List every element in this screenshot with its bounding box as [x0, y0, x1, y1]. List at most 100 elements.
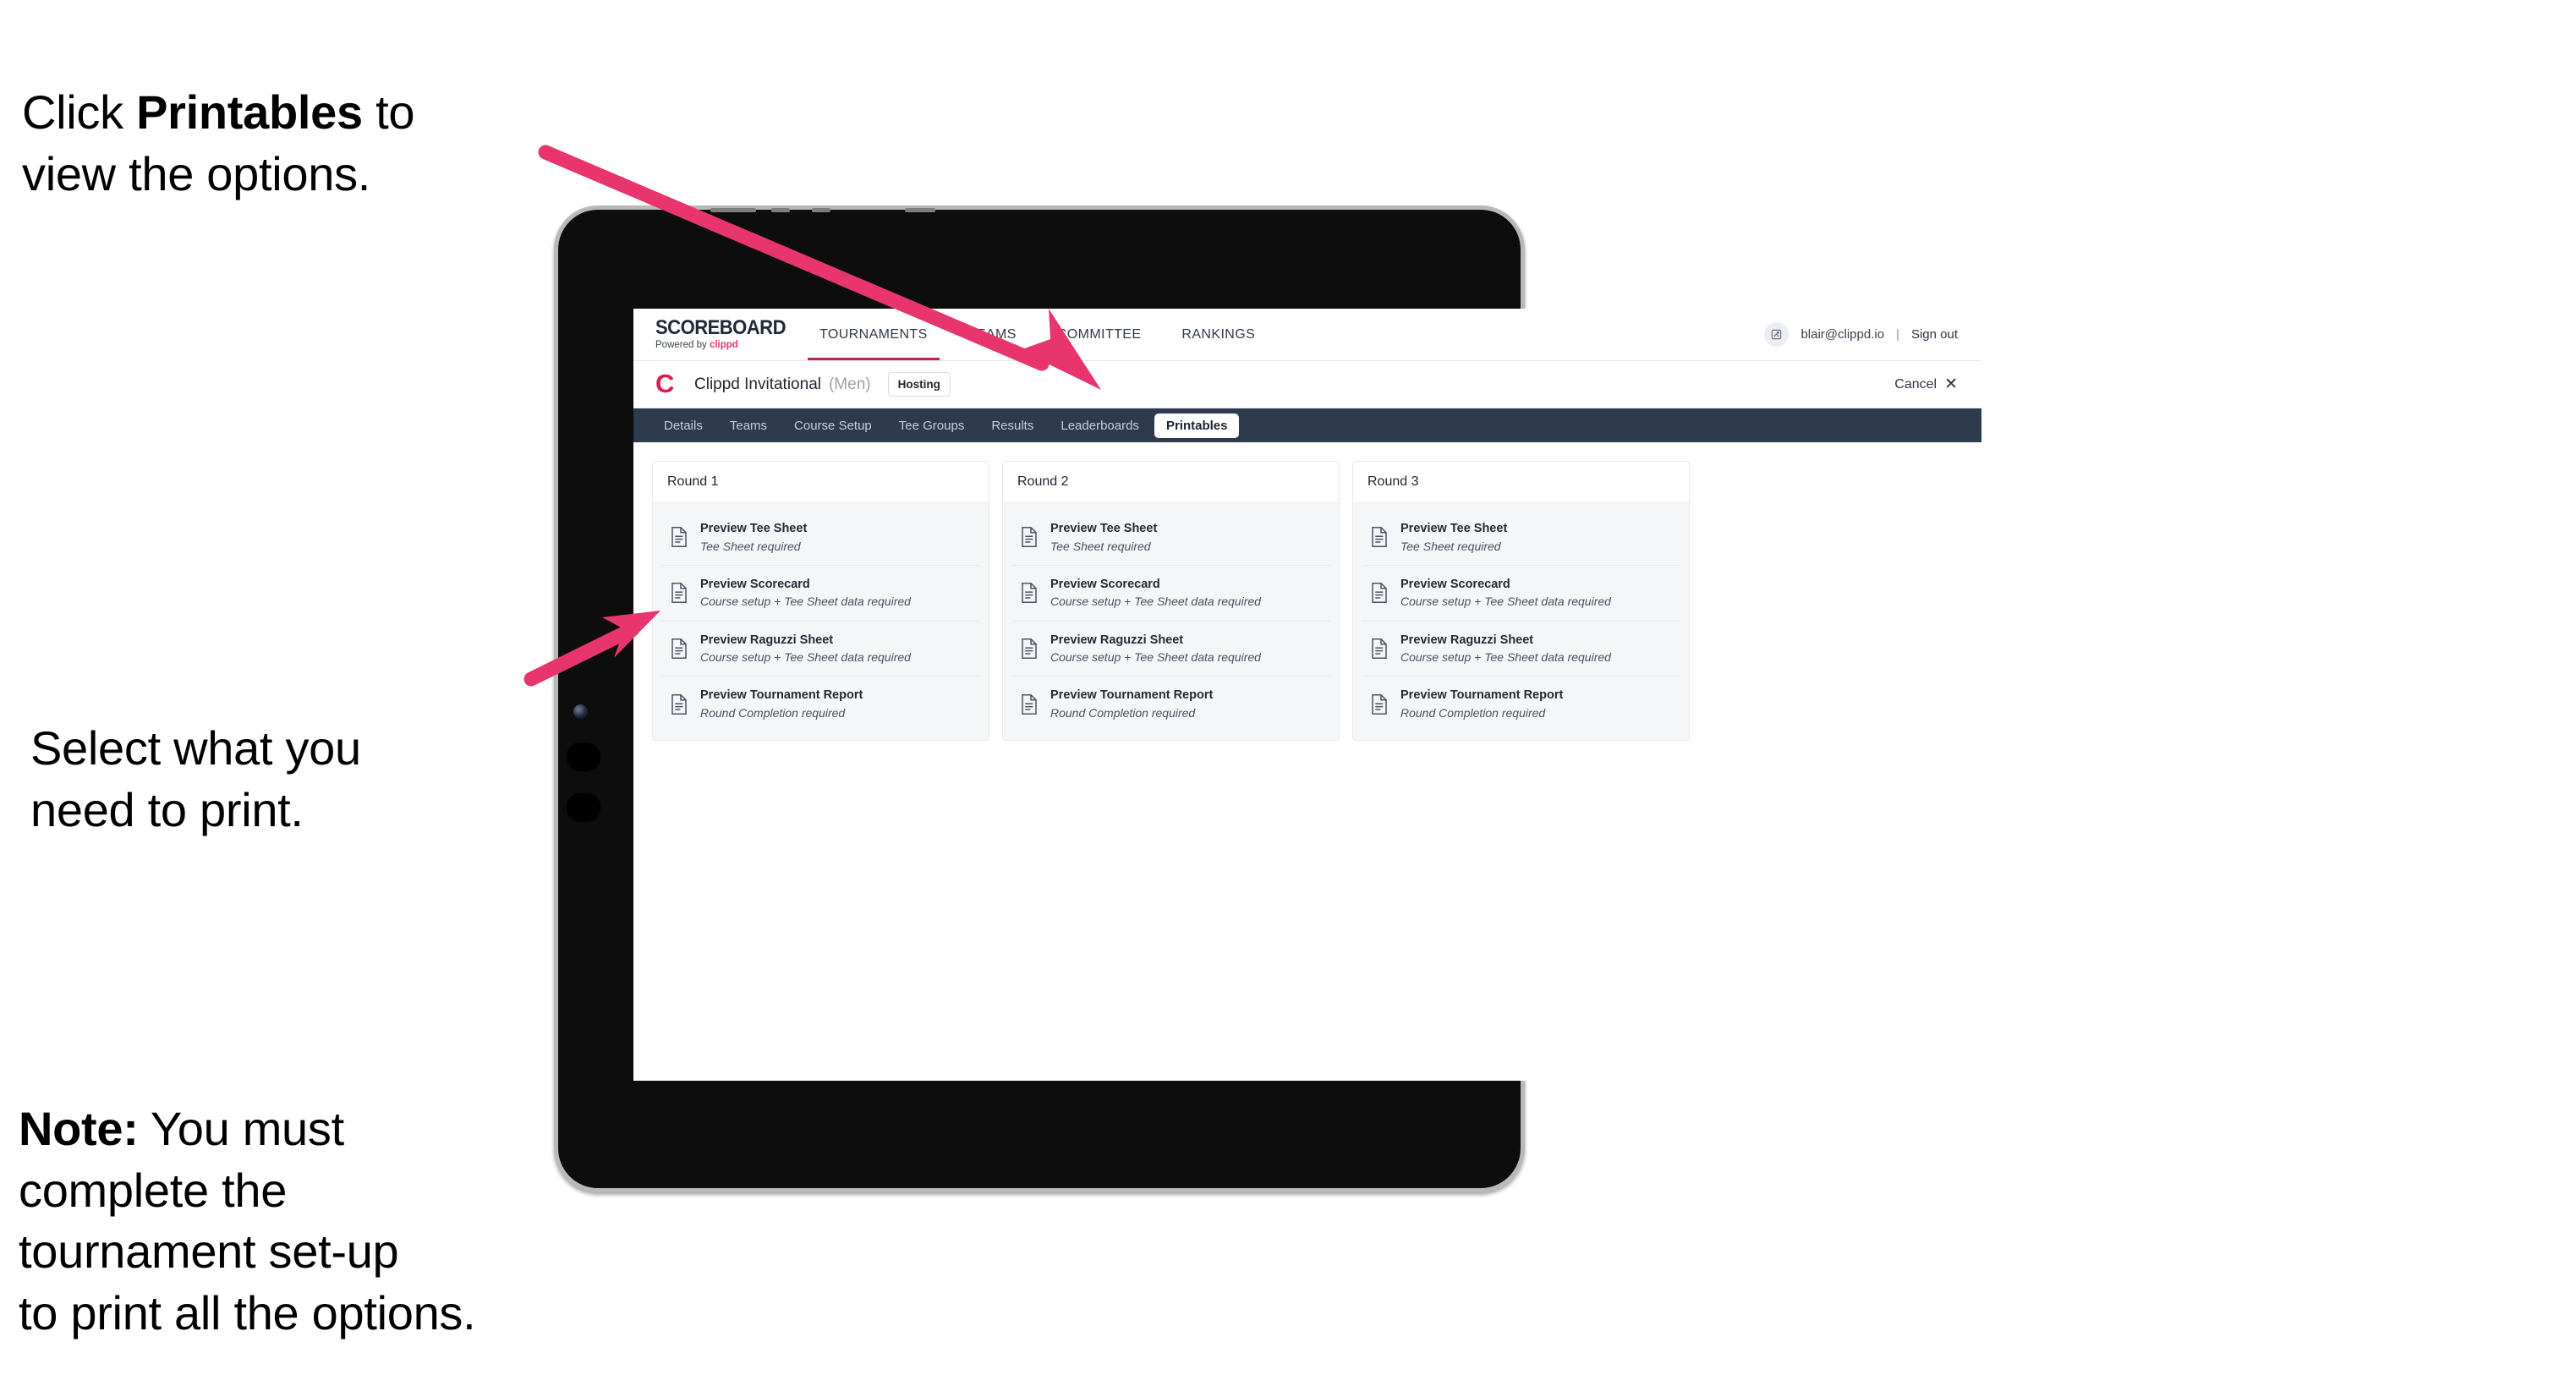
printable-requirement: Round Completion required — [700, 705, 846, 720]
logo-tagline: Powered by clippd — [655, 341, 767, 351]
printable-title: Preview Raguzzi Sheet — [1050, 633, 1184, 647]
tab-tee-groups[interactable]: Tee Groups — [887, 414, 977, 438]
printable-title: Preview Raguzzi Sheet — [700, 633, 834, 647]
tab-printables[interactable]: Printables — [1154, 413, 1240, 438]
printable-requirement: Tee Sheet required — [1400, 539, 1501, 553]
tab-details[interactable]: Details — [652, 414, 715, 438]
user-email-label: blair@clippd.io — [1800, 327, 1885, 342]
scoreboard-logo[interactable]: SCOREBOARD Powered by clippd — [655, 316, 787, 351]
printable-requirement: Course setup + Tee Sheet data required — [700, 594, 911, 609]
logo-brand-clippd: clippd — [709, 340, 738, 351]
document-icon — [1370, 693, 1389, 715]
volume-down-button[interactable] — [567, 793, 600, 822]
speaker-grill-mark — [710, 208, 756, 212]
printable-title: Preview Scorecard — [700, 577, 810, 591]
tutorial-slide: Click Printables to view the options. Se… — [0, 0, 2576, 1386]
printable-requirement: Tee Sheet required — [700, 539, 801, 553]
document-icon — [1370, 526, 1389, 548]
cancel-label: Cancel — [1894, 376, 1937, 392]
primary-nav: TOURNAMENTS TEAMS COMMITTEE RANKINGS — [799, 309, 1275, 360]
printable-title: Preview Tournament Report — [700, 688, 863, 703]
close-x-icon: ✕ — [1944, 375, 1958, 393]
printable-row-tournament-report[interactable]: Preview Tournament Report Round Completi… — [1011, 677, 1330, 732]
volume-up-button[interactable] — [567, 742, 600, 771]
tab-teams[interactable]: Teams — [718, 414, 779, 438]
tablet-device: SCOREBOARD Powered by clippd TOURNAMENTS… — [554, 205, 1981, 1192]
tournament-gender: (Men) — [828, 375, 871, 393]
annotation-click-bold: Printables — [136, 85, 363, 139]
clippd-logo-icon: C — [655, 368, 675, 398]
tournament-subheader: C Clippd Invitational (Men) Hosting Canc… — [633, 361, 1981, 408]
antenna-mark — [812, 208, 830, 212]
nav-item-teams[interactable]: TEAMS — [948, 309, 1037, 360]
document-icon — [670, 693, 688, 715]
document-icon — [1020, 693, 1039, 715]
app-header: SCOREBOARD Powered by clippd TOURNAMENTS… — [633, 309, 1981, 361]
printables-panel: Round 1 Preview Tee Sheet Tee Sheet requ… — [633, 442, 1981, 1081]
printable-row-scorecard[interactable]: Preview Scorecard Course setup + Tee She… — [1011, 565, 1330, 622]
printable-row-raguzzi-sheet[interactable]: Preview Raguzzi Sheet Course setup + Tee… — [661, 621, 980, 677]
printable-row-tee-sheet[interactable]: Preview Tee Sheet Tee Sheet required — [1362, 510, 1680, 566]
sign-out-link[interactable]: Sign out — [1911, 327, 1958, 342]
annotation-note-bold: Note: — [19, 1101, 139, 1155]
cancel-button[interactable]: Cancel ✕ — [1894, 376, 1958, 392]
printable-row-tournament-report[interactable]: Preview Tournament Report Round Completi… — [661, 677, 980, 732]
nav-item-committee[interactable]: COMMITTEE — [1037, 309, 1162, 360]
account-separator: | — [1896, 327, 1899, 342]
printable-row-tee-sheet[interactable]: Preview Tee Sheet Tee Sheet required — [1011, 510, 1330, 566]
printable-title: Preview Tee Sheet — [700, 522, 808, 535]
antenna-mark — [905, 208, 935, 212]
round-title: Round 2 — [1003, 462, 1339, 503]
antenna-mark — [771, 208, 790, 212]
printable-requirement: Course setup + Tee Sheet data required — [1050, 650, 1261, 665]
printable-requirement: Course setup + Tee Sheet data required — [1400, 650, 1611, 665]
document-icon — [1370, 582, 1389, 604]
printable-requirement: Course setup + Tee Sheet data required — [700, 650, 911, 665]
printable-title: Preview Scorecard — [1050, 577, 1160, 591]
printable-row-tournament-report[interactable]: Preview Tournament Report Round Completi… — [1362, 677, 1680, 732]
annotation-select-text: Select what you need to print. — [30, 720, 361, 836]
round-title: Round 3 — [1353, 462, 1689, 503]
printable-requirement: Round Completion required — [1400, 705, 1546, 720]
annotation-click-prefix: Click — [22, 85, 137, 139]
nav-item-rankings[interactable]: RANKINGS — [1161, 309, 1275, 360]
printable-title: Preview Tournament Report — [1050, 688, 1214, 703]
round-items: Preview Tee Sheet Tee Sheet required Pre… — [653, 503, 989, 741]
document-icon — [1020, 638, 1039, 660]
tab-results[interactable]: Results — [979, 414, 1045, 438]
printable-title: Preview Tee Sheet — [1400, 522, 1508, 535]
app-screen: SCOREBOARD Powered by clippd TOURNAMENTS… — [633, 309, 1981, 1081]
tab-course-setup[interactable]: Course Setup — [782, 414, 884, 438]
printable-row-scorecard[interactable]: Preview Scorecard Course setup + Tee She… — [661, 565, 980, 622]
round-card: Round 3 Preview Tee Sheet Tee Sheet requ… — [1352, 461, 1690, 742]
hosting-badge: Hosting — [887, 371, 951, 397]
document-icon — [1020, 526, 1039, 548]
round-card: Round 1 Preview Tee Sheet Tee Sheet requ… — [652, 461, 989, 742]
document-icon — [1020, 582, 1039, 604]
printable-row-scorecard[interactable]: Preview Scorecard Course setup + Tee She… — [1362, 565, 1680, 622]
annotation-select-print: Select what you need to print. — [30, 656, 555, 841]
round-title: Round 1 — [653, 462, 989, 503]
printable-row-raguzzi-sheet[interactable]: Preview Raguzzi Sheet Course setup + Tee… — [1011, 621, 1330, 677]
tab-leaderboards[interactable]: Leaderboards — [1049, 414, 1151, 438]
logo-wordmark: SCOREBOARD — [655, 316, 787, 340]
document-icon — [670, 582, 688, 604]
printable-title: Preview Raguzzi Sheet — [1400, 633, 1534, 647]
annotation-click-printables: Click Printables to view the options. — [22, 20, 580, 205]
front-camera-icon — [573, 704, 588, 719]
user-avatar-icon[interactable] — [1764, 322, 1789, 347]
printable-row-raguzzi-sheet[interactable]: Preview Raguzzi Sheet Course setup + Tee… — [1362, 621, 1680, 677]
printable-requirement: Course setup + Tee Sheet data required — [1400, 594, 1611, 609]
printable-title: Preview Scorecard — [1400, 577, 1510, 591]
logo-tagline-prefix: Powered by — [655, 340, 710, 351]
printable-title: Preview Tee Sheet — [1050, 522, 1158, 535]
round-items: Preview Tee Sheet Tee Sheet required Pre… — [1353, 503, 1689, 741]
printable-title: Preview Tournament Report — [1400, 688, 1564, 703]
document-icon — [670, 526, 688, 548]
tournament-name: Clippd Invitational — [694, 375, 821, 393]
section-tabs: Details Teams Course Setup Tee Groups Re… — [633, 408, 1981, 442]
document-icon — [670, 638, 688, 660]
printable-row-tee-sheet[interactable]: Preview Tee Sheet Tee Sheet required — [661, 510, 980, 566]
document-icon — [1370, 638, 1389, 660]
nav-item-tournaments[interactable]: TOURNAMENTS — [799, 309, 948, 360]
